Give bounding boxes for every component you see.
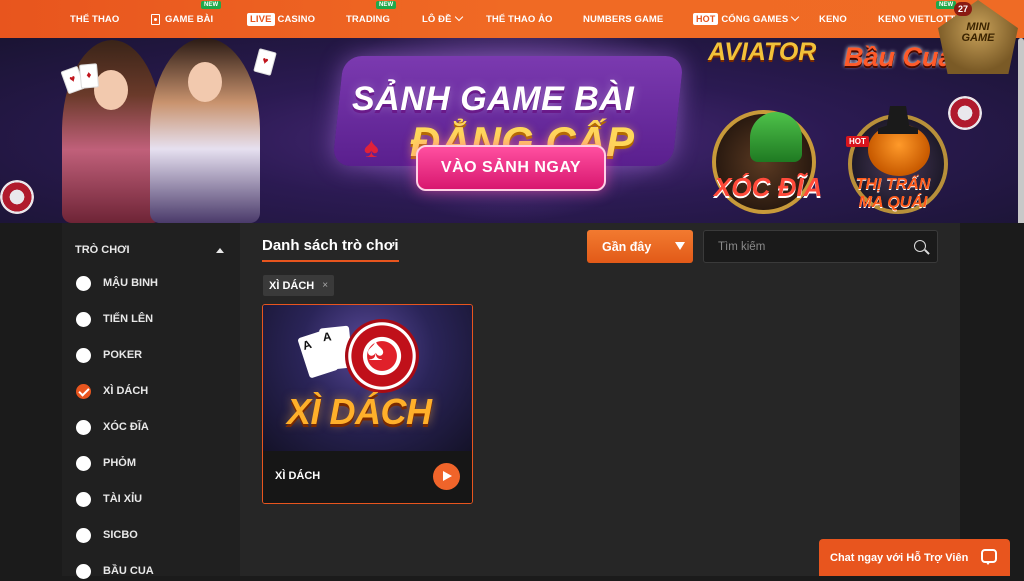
filter-label: BẦU CUA xyxy=(103,565,154,577)
hot-tag: HOT xyxy=(693,13,719,25)
filter-xoc-dia[interactable]: XÓC ĐĨA xyxy=(76,417,149,437)
filter-label: MẬU BINH xyxy=(103,277,158,289)
filter-label: SICBO xyxy=(103,529,138,541)
game-art-title: XÌ DÁCH xyxy=(287,391,432,432)
character-face xyxy=(188,62,222,102)
casino-chip-icon xyxy=(948,96,982,130)
radio-button[interactable] xyxy=(76,419,91,435)
play-icon[interactable] xyxy=(433,463,460,490)
sort-label: Gần đây xyxy=(602,239,652,254)
search-input[interactable] xyxy=(704,231,904,262)
filter-sicbo[interactable]: SICBO xyxy=(76,525,138,545)
filter-icon xyxy=(675,242,685,250)
radio-button[interactable] xyxy=(76,491,91,507)
playing-card-icon: ♦ xyxy=(78,63,100,89)
mini-game-count: 27 xyxy=(954,2,972,16)
sidebar-heading: TRÒ CHƠI xyxy=(75,244,130,256)
nav-item-lo-de[interactable]: LÔ ĐỀ xyxy=(422,0,463,38)
game-filter-sidebar: TRÒ CHƠI MẬU BINH TIẾN LÊN POKER XÌ DÁCH… xyxy=(62,223,240,579)
filter-tien-len[interactable]: TIẾN LÊN xyxy=(76,309,153,329)
active-filter-chip: XÌ DÁCH × xyxy=(263,275,335,296)
radio-button[interactable] xyxy=(76,275,91,291)
filter-label: TÀI XỈU xyxy=(103,493,143,505)
enter-lobby-button[interactable]: VÀO SẢNH NGAY xyxy=(416,145,606,191)
filter-tai-xiu[interactable]: TÀI XỈU xyxy=(76,489,142,509)
banner-title: SẢNH GAME BÀI xyxy=(352,80,635,118)
chevron-down-icon xyxy=(454,12,463,22)
chip-label: XÌ DÁCH xyxy=(269,279,315,292)
hot-badge: HOT xyxy=(846,136,869,147)
nav-label: THỂ THAO ẢO xyxy=(486,13,553,25)
nav-label: CASINO xyxy=(277,13,316,25)
nav-item-the-thao[interactable]: THỂ THAO xyxy=(70,0,119,38)
filter-label: PHỎM xyxy=(103,457,136,469)
game-card-xi-dach[interactable]: A A ♠ XÌ DÁCH XÌ DÁCH xyxy=(262,304,473,504)
playing-card-icon: ♥ xyxy=(253,48,277,76)
filter-poker[interactable]: POKER xyxy=(76,345,142,365)
game-name: XÌ DÁCH xyxy=(275,470,321,482)
nav-label: THỂ THAO xyxy=(70,13,120,25)
new-badge: NEW xyxy=(376,1,397,9)
close-icon[interactable]: × xyxy=(322,280,328,291)
nav-item-the-thao-ao[interactable]: THỂ THAO ẢO xyxy=(486,0,553,38)
promo-banner[interactable]: ♥ ♦ ♥ SẢNH GAME BÀI ♠ ĐẲNG CẤP VÀO SẢNH … xyxy=(0,38,1024,223)
nav-label: NUMBERS GAME xyxy=(583,13,664,25)
chevron-down-icon xyxy=(791,12,800,22)
top-navigation: THỂ THAO GAME BÀI NEW LIVE CASINO TRADIN… xyxy=(0,0,1024,38)
filter-xi-dach[interactable]: XÌ DÁCH xyxy=(76,381,148,401)
checked-radio-button[interactable] xyxy=(76,383,91,399)
nav-item-trading[interactable]: TRADING NEW xyxy=(346,0,397,38)
section-title: Danh sách trò chơi xyxy=(262,237,399,262)
mini-game-launcher[interactable]: 27 MINI GAME xyxy=(938,0,1018,74)
nav-item-numbers-game[interactable]: NUMBERS GAME xyxy=(583,0,663,38)
chat-bubble-icon xyxy=(981,549,997,565)
search-icon[interactable] xyxy=(914,240,926,252)
game-thumbnail: A A ♠ XÌ DÁCH xyxy=(263,305,472,451)
filter-label: XÓC ĐĨA xyxy=(103,421,149,433)
support-chat-button[interactable]: Chat ngay với Hỗ Trợ Viên xyxy=(819,539,1010,576)
radio-button[interactable] xyxy=(76,527,91,543)
nav-item-live-casino[interactable]: LIVE CASINO xyxy=(247,0,315,38)
radio-button[interactable] xyxy=(76,563,91,579)
page-gutter xyxy=(960,223,1024,576)
nav-label: TRADING xyxy=(346,13,390,25)
filter-phom[interactable]: PHỎM xyxy=(76,453,136,473)
xocdia-cup-icon xyxy=(750,112,802,162)
sort-dropdown[interactable]: Gần đây xyxy=(587,230,693,263)
nav-item-keno[interactable]: KENO xyxy=(819,0,847,38)
game-card-footer: XÌ DÁCH xyxy=(263,451,472,503)
filter-label: POKER xyxy=(103,349,143,361)
casino-chip-icon xyxy=(0,180,34,214)
character-face xyxy=(94,70,128,110)
nav-item-game-bai[interactable]: GAME BÀI NEW xyxy=(151,0,222,38)
character-illustration xyxy=(150,38,260,223)
chevron-up-icon[interactable] xyxy=(216,248,224,253)
xocdia-logo: XÓC ĐĨA xyxy=(714,172,823,202)
nav-label: KENO xyxy=(819,13,847,25)
filter-bau-cua[interactable]: BẦU CUA xyxy=(76,561,154,581)
new-badge: NEW xyxy=(201,1,222,9)
chat-label: Chat ngay với Hỗ Trợ Viên xyxy=(830,551,969,564)
cards-icon xyxy=(151,13,160,25)
spade-icon: ♠ xyxy=(364,132,379,163)
radio-button[interactable] xyxy=(76,455,91,471)
nav-label: LÔ ĐỀ xyxy=(422,13,452,25)
search-field[interactable] xyxy=(703,230,938,263)
filter-mau-binh[interactable]: MẬU BINH xyxy=(76,273,158,293)
filter-label: XÌ DÁCH xyxy=(103,385,149,397)
mini-game-label: MINI GAME xyxy=(961,21,995,44)
filter-label: TIẾN LÊN xyxy=(103,313,154,325)
nav-label: CỔNG GAMES xyxy=(721,13,789,25)
spade-icon: ♠ xyxy=(367,331,384,367)
live-tag: LIVE xyxy=(247,12,275,26)
nav-label: GAME BÀI xyxy=(165,13,214,25)
aviator-logo: AVIATOR xyxy=(708,38,817,66)
radio-button[interactable] xyxy=(76,347,91,363)
radio-button[interactable] xyxy=(76,311,91,327)
nav-item-cong-games[interactable]: HOT CỔNG GAMES xyxy=(693,0,800,38)
thitran-logo: THỊ TRẤN MA QUÁI xyxy=(855,176,931,211)
